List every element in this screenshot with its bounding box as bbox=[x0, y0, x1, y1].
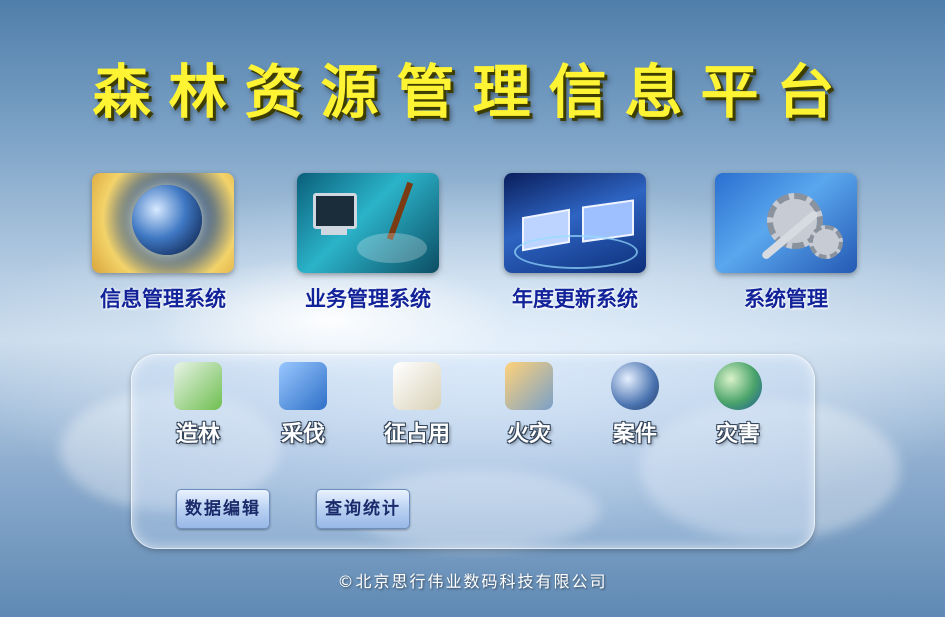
globe-pen-icon bbox=[611, 362, 659, 410]
tool-label: 火灾 bbox=[506, 422, 551, 447]
hammer-map-icon bbox=[279, 362, 327, 410]
tool-land-requisition[interactable]: 征占用 bbox=[377, 362, 457, 448]
tool-label: 灾害 bbox=[715, 422, 760, 447]
data-edit-button[interactable]: 数据编辑 bbox=[176, 489, 270, 529]
tool-cases[interactable]: 案件 bbox=[595, 362, 675, 448]
tool-label: 造林 bbox=[175, 422, 220, 447]
module-system-management[interactable]: 系统管理 bbox=[701, 173, 871, 313]
laptop-network-icon bbox=[504, 173, 646, 273]
gear-wrench-icon bbox=[715, 173, 857, 273]
tool-fire[interactable]: 火灾 bbox=[489, 362, 569, 448]
leaf-pen-icon bbox=[174, 362, 222, 410]
globe-leaf-icon bbox=[714, 362, 762, 410]
module-info-management[interactable]: 信息管理系统 bbox=[78, 173, 248, 313]
module-annual-update[interactable]: 年度更新系统 bbox=[490, 173, 660, 313]
document-pen-icon bbox=[393, 362, 441, 410]
module-business-management[interactable]: 业务管理系统 bbox=[283, 173, 453, 313]
page-title: 森林资源管理信息平台 bbox=[92, 58, 853, 126]
module-label: 信息管理系统 bbox=[100, 287, 226, 311]
globe-icon bbox=[92, 173, 234, 273]
module-label: 年度更新系统 bbox=[512, 287, 638, 311]
tool-label: 征占用 bbox=[383, 422, 450, 447]
module-label: 系统管理 bbox=[744, 287, 828, 311]
tool-label: 案件 bbox=[612, 422, 657, 447]
query-stats-button[interactable]: 查询统计 bbox=[316, 489, 410, 529]
business-computer-icon bbox=[297, 173, 439, 273]
module-label: 业务管理系统 bbox=[305, 287, 431, 311]
tool-disaster[interactable]: 灾害 bbox=[698, 362, 778, 448]
copyright-footer: ©北京思行伟业数码科技有限公司 bbox=[337, 572, 608, 591]
tool-logging[interactable]: 采伐 bbox=[263, 362, 343, 448]
tool-label: 采伐 bbox=[280, 422, 325, 447]
tool-afforestation[interactable]: 造林 bbox=[158, 362, 238, 448]
fire-magnifier-icon bbox=[505, 362, 553, 410]
